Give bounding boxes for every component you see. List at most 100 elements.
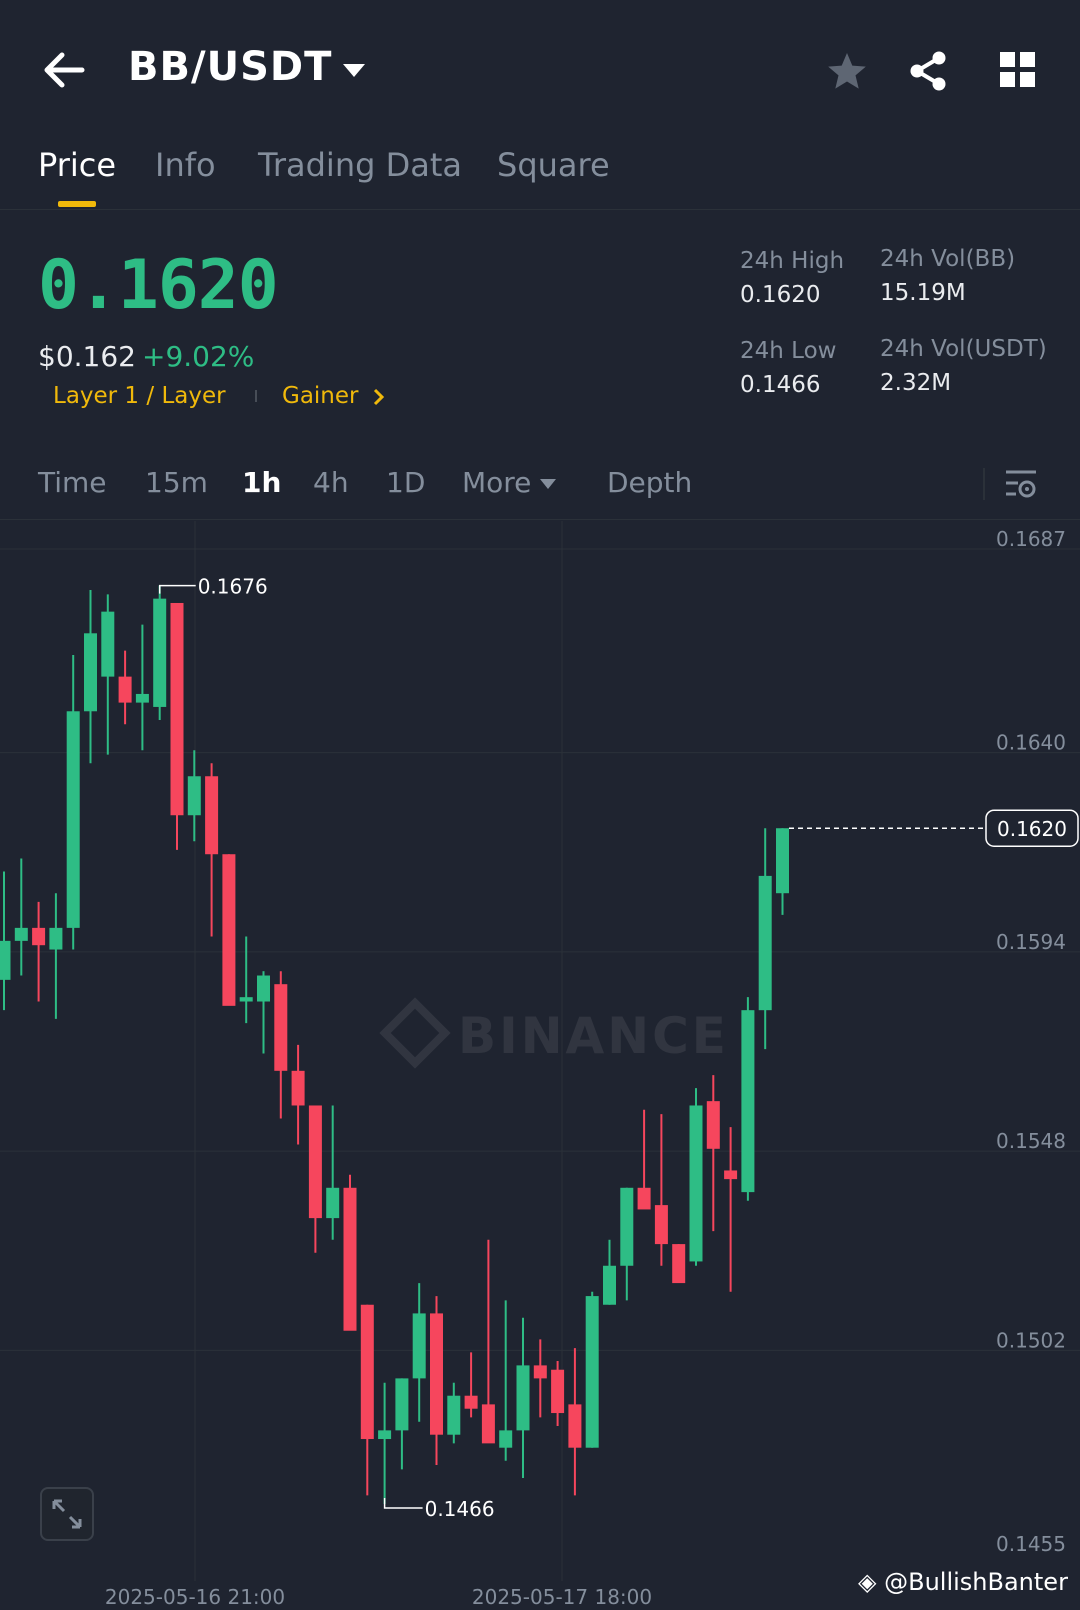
candle-body [14, 927, 28, 941]
candle-up [620, 1187, 634, 1301]
candle-up [66, 654, 80, 950]
tab-price[interactable]: Price [38, 146, 116, 184]
tab-square[interactable]: Square [497, 146, 610, 184]
candle-body [724, 1170, 738, 1180]
candle-up [447, 1382, 461, 1444]
candle-body [776, 828, 789, 894]
candlestick-chart[interactable]: BINANCE 0.1676 0.1466 0.1620 0.1687 0.1640 0… [0, 521, 1080, 1610]
candle-up [239, 936, 253, 1024]
back-arrow-icon[interactable] [42, 50, 86, 90]
tf-depth[interactable]: Depth [607, 466, 692, 499]
chart-settings-icon[interactable] [1004, 467, 1038, 501]
fullscreen-button[interactable] [40, 1487, 94, 1541]
chevron-right-icon[interactable] [372, 387, 386, 407]
candle-up [689, 1088, 703, 1266]
high-marker-line [158, 584, 196, 594]
pair-title[interactable]: BB/USDT [128, 44, 332, 90]
tf-1d[interactable]: 1D [386, 466, 425, 499]
tab-info[interactable]: Info [155, 146, 216, 184]
candle-down [706, 1075, 720, 1232]
candle-up [326, 1105, 340, 1240]
header-bar: BB/USDT [0, 0, 1080, 130]
low-marker-line [383, 1498, 423, 1509]
candle-down [118, 650, 132, 725]
more-caret-icon[interactable] [539, 478, 557, 490]
candle-down [291, 1044, 305, 1145]
candle-body [170, 602, 184, 816]
tf-15m[interactable]: 15m [145, 466, 208, 499]
candle-body [481, 1404, 495, 1444]
credit-label: ◈ @BullishBanter [858, 1568, 1068, 1596]
candle-down [464, 1352, 478, 1418]
chart-svg[interactable]: BINANCE 0.16760.14660.1620 0.16870.16400… [0, 521, 1080, 1610]
candle-body [153, 598, 167, 707]
share-icon[interactable] [908, 50, 948, 92]
binance-logo-icon: ◈ [858, 1568, 877, 1596]
star-icon[interactable] [826, 50, 868, 92]
candle-up [187, 750, 201, 842]
candle-body [101, 611, 115, 677]
tf-time[interactable]: Time [38, 466, 107, 499]
candle-body [430, 1313, 443, 1435]
candle-body [741, 1010, 755, 1193]
tf-more[interactable]: More [462, 466, 531, 499]
candle-body [706, 1101, 720, 1149]
tab-trading-data[interactable]: Trading Data [258, 146, 462, 184]
grid-icon[interactable] [1000, 52, 1036, 88]
usd-price: $0.162 [38, 340, 136, 373]
vol-base-value: 15.19M [880, 280, 966, 306]
candle-body [672, 1244, 686, 1284]
watermark-text: BINANCE [458, 1007, 729, 1065]
vol-base-label: 24h Vol(BB) [880, 246, 1016, 272]
candle-body [360, 1304, 374, 1440]
candle-body [257, 975, 270, 1002]
candle-up [153, 585, 167, 720]
candle-body [585, 1296, 599, 1448]
caret-down-icon[interactable] [341, 61, 367, 79]
candle-down [724, 1127, 738, 1292]
candle-up [585, 1291, 599, 1448]
vol-quote-label: 24h Vol(USDT) [880, 336, 1047, 362]
candle-down [343, 1174, 357, 1331]
tab-bar: Price Info Trading Data Square [0, 140, 1080, 210]
x-tick-label: 2025-05-17 18:00 [472, 1585, 652, 1609]
candle-body [758, 875, 772, 1011]
candle-up [412, 1283, 426, 1422]
y-tick-label: 0.1548 [996, 1129, 1066, 1153]
candle-body [378, 1430, 392, 1440]
candle-body [637, 1187, 651, 1210]
tf-4h[interactable]: 4h [313, 466, 349, 499]
candle-up [776, 828, 789, 915]
candle-body [326, 1187, 340, 1219]
candle-body [84, 633, 97, 712]
candle-up [603, 1239, 616, 1305]
tf-1h[interactable]: 1h [242, 466, 281, 499]
candle-body [135, 693, 149, 703]
binance-watermark: BINANCE [379, 997, 729, 1069]
credit-text: @BullishBanter [884, 1568, 1068, 1596]
candle-body [568, 1404, 582, 1448]
candle-body [343, 1187, 357, 1331]
candle-down [533, 1339, 547, 1418]
high-label: 24h High [740, 248, 845, 274]
low-marker-label: 0.1466 [425, 1497, 495, 1521]
category-tag[interactable]: Layer 1 / Layer [53, 383, 226, 409]
y-tick-label: 0.1640 [996, 731, 1066, 755]
watermark-layer: BINANCE [379, 997, 729, 1069]
candle-up [741, 997, 755, 1201]
y-tick-label: 0.1455 [996, 1532, 1066, 1556]
candle-up [395, 1378, 409, 1470]
candle-body [205, 776, 219, 855]
gainer-tag[interactable]: Gainer [282, 383, 359, 409]
candle-down [360, 1304, 374, 1496]
candle-body [395, 1378, 409, 1431]
candle-body [447, 1395, 461, 1435]
candle-body [654, 1205, 668, 1245]
tag-separator [255, 390, 257, 402]
toolbar-separator [983, 468, 985, 500]
axis-layer: 0.1687 0.1640 0.1594 0.1548 0.1502 0.1455 2025… [105, 527, 1066, 1609]
candle-up [516, 1317, 530, 1479]
low-label: 24h Low [740, 338, 837, 364]
candle-body [499, 1430, 513, 1448]
chart-toolbar: Time 15m 1h 4h 1D More Depth [0, 450, 1080, 520]
